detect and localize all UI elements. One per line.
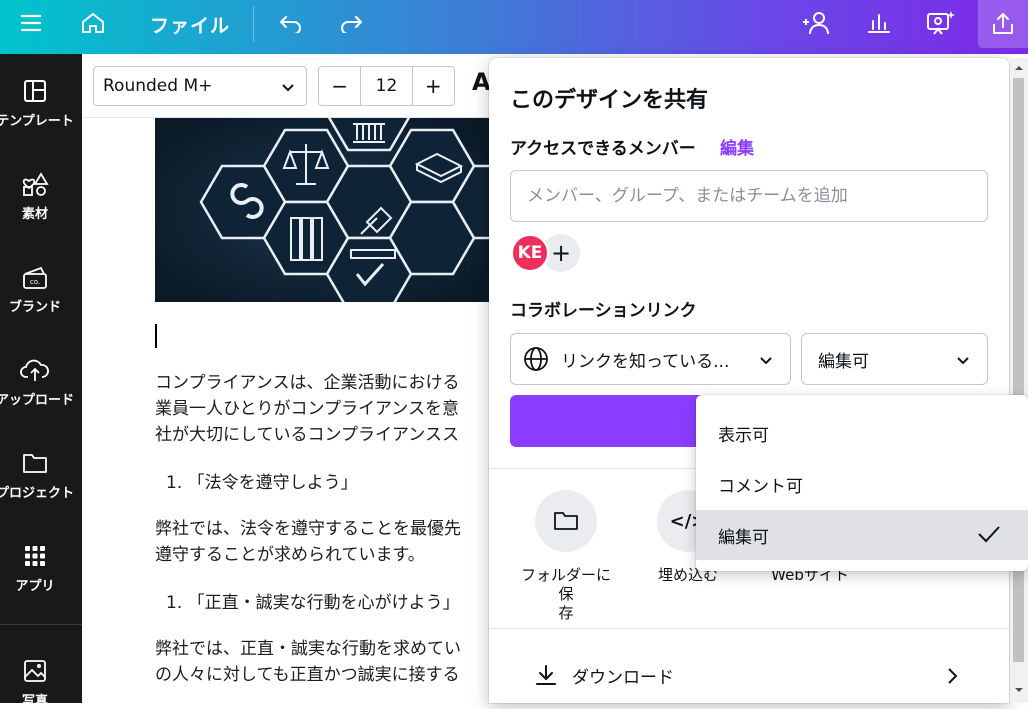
permission-value: 編集可 xyxy=(818,351,869,372)
svg-text:co.: co. xyxy=(30,278,40,286)
link-access-select[interactable]: リンクを知っている... xyxy=(510,333,791,385)
download-row[interactable]: ダウンロード xyxy=(534,660,964,690)
sidebar-item-label: テンプレート xyxy=(0,114,74,129)
text-toolbar: Rounded M+ − 12 + A xyxy=(82,54,492,118)
share-option-label: フォルダーに保 存 xyxy=(520,566,611,622)
chevron-down-icon xyxy=(957,357,969,365)
folder-icon xyxy=(23,454,47,473)
chevron-right-icon xyxy=(948,668,958,684)
paragraph-line[interactable]: の人々に対しても正直かつ誠実に接する xyxy=(155,662,460,688)
paragraph-line[interactable]: 弊社では、法令を遵守することを最優先 xyxy=(155,516,461,542)
list-item[interactable]: 1. 「正直・誠実な行動を心がけよう」 xyxy=(166,590,460,616)
sidebar-item-label: ブランド xyxy=(8,300,61,315)
upload-icon xyxy=(20,359,49,381)
elements-icon xyxy=(22,172,49,196)
brand-icon: co. xyxy=(23,266,47,289)
sidebar-item-photos[interactable]: 写真 xyxy=(0,658,70,709)
sidebar-item-apps[interactable]: アプリ xyxy=(0,543,70,594)
dropdown-option-label: 編集可 xyxy=(718,527,769,548)
share-icon xyxy=(993,13,1013,34)
save-to-folder-button[interactable]: フォルダーに保 存 xyxy=(516,490,616,623)
divider xyxy=(0,624,82,625)
paragraph-line[interactable]: 弊社では、正直・誠実な行動を求めてい xyxy=(155,636,461,662)
template-icon xyxy=(24,80,46,102)
legal-hexagon-illustration xyxy=(155,118,492,302)
sidebar-item-elements[interactable]: 素材 xyxy=(0,171,70,222)
paragraph-line[interactable]: 社が大切にしているコンプライアンスス xyxy=(155,422,459,448)
font-family-select[interactable]: Rounded M+ xyxy=(93,66,307,106)
decrease-font-size-button[interactable]: − xyxy=(319,67,360,105)
file-menu-button[interactable]: ファイル xyxy=(150,11,230,38)
share-button[interactable] xyxy=(978,0,1028,48)
sidebar-item-label: アプリ xyxy=(15,579,55,594)
paragraph-line[interactable]: 業員一人ひとりがコンプライアンスを意 xyxy=(155,396,459,422)
scroll-up-icon xyxy=(1015,66,1023,70)
sidebar-item-label: アップロード xyxy=(0,393,75,408)
dropdown-option-view[interactable]: 表示可 xyxy=(696,408,1028,458)
home-icon[interactable] xyxy=(74,0,112,46)
chart-icon[interactable] xyxy=(862,0,896,46)
present-icon[interactable] xyxy=(922,0,960,46)
font-size-input[interactable]: 12 xyxy=(360,67,413,105)
sidebar-item-label: プロジェクト xyxy=(0,486,75,501)
list-item[interactable]: 1. 「法令を遵守しよう」 xyxy=(166,470,358,496)
folder-icon xyxy=(535,490,597,552)
divider xyxy=(253,6,254,42)
increase-font-size-button[interactable]: + xyxy=(413,67,454,105)
scrollbar-thumb[interactable] xyxy=(1013,78,1024,662)
scroll-down-icon xyxy=(1015,688,1023,692)
legal-hexagon-image xyxy=(155,118,492,302)
check-icon xyxy=(978,526,1000,543)
chevron-down-icon xyxy=(760,357,772,365)
collaboration-link-label: コラボレーションリンク xyxy=(510,301,697,321)
undo-icon[interactable] xyxy=(274,0,308,46)
access-members-label: アクセスできるメンバー xyxy=(510,139,696,159)
design-canvas[interactable]: コンプライアンスは、企業活動における 業員一人ひとりがコンプライアンスを意 社が… xyxy=(82,118,492,703)
edit-members-link[interactable]: 編集 xyxy=(720,134,754,159)
download-label: ダウンロード xyxy=(572,667,674,688)
apps-icon xyxy=(25,546,45,566)
sidebar-item-upload[interactable]: アップロード xyxy=(0,357,74,408)
permission-dropdown: 表示可 コメント可 編集可 xyxy=(696,395,1028,571)
text-color-button[interactable]: A xyxy=(472,68,491,96)
font-family-value: Rounded M+ xyxy=(103,76,213,96)
top-bar: ファイル xyxy=(0,0,1028,54)
sidebar-item-templates[interactable]: テンプレート xyxy=(0,78,74,129)
permission-select[interactable]: 編集可 xyxy=(801,333,988,385)
font-size-stepper: − 12 + xyxy=(318,66,455,106)
paragraph-line[interactable]: コンプライアンスは、企業活動における xyxy=(155,370,459,396)
avatar[interactable]: KE xyxy=(511,234,549,272)
chevron-down-icon xyxy=(282,84,294,92)
menu-icon[interactable] xyxy=(12,0,50,46)
sidebar-item-projects[interactable]: プロジェクト xyxy=(0,450,74,501)
link-access-value: リンクを知っている... xyxy=(561,351,730,372)
add-member-input[interactable] xyxy=(510,170,988,222)
divider xyxy=(489,628,1009,629)
download-icon xyxy=(536,665,556,685)
redo-icon[interactable] xyxy=(334,0,368,46)
dropdown-option-comment[interactable]: コメント可 xyxy=(696,459,1028,509)
globe-icon xyxy=(524,347,548,371)
share-panel: このデザインを共有 アクセスできるメンバー 編集 + KE コラボレーションリン… xyxy=(489,58,1009,703)
people-icon[interactable] xyxy=(798,0,836,46)
share-panel-title: このデザインを共有 xyxy=(510,88,709,113)
sidebar-item-label: 写真 xyxy=(21,694,48,709)
text-cursor xyxy=(155,324,157,348)
sidebar-item-brand[interactable]: co. ブランド xyxy=(0,264,70,315)
dropdown-option-edit[interactable]: 編集可 xyxy=(696,510,1028,560)
photo-icon xyxy=(24,660,46,682)
left-sidebar: テンプレート 素材 co. ブランド アップロード プロジェクト アプリ 写真 xyxy=(0,54,82,709)
sidebar-item-label: 素材 xyxy=(21,207,48,222)
paragraph-line[interactable]: 遵守することが求められています。 xyxy=(155,542,425,568)
